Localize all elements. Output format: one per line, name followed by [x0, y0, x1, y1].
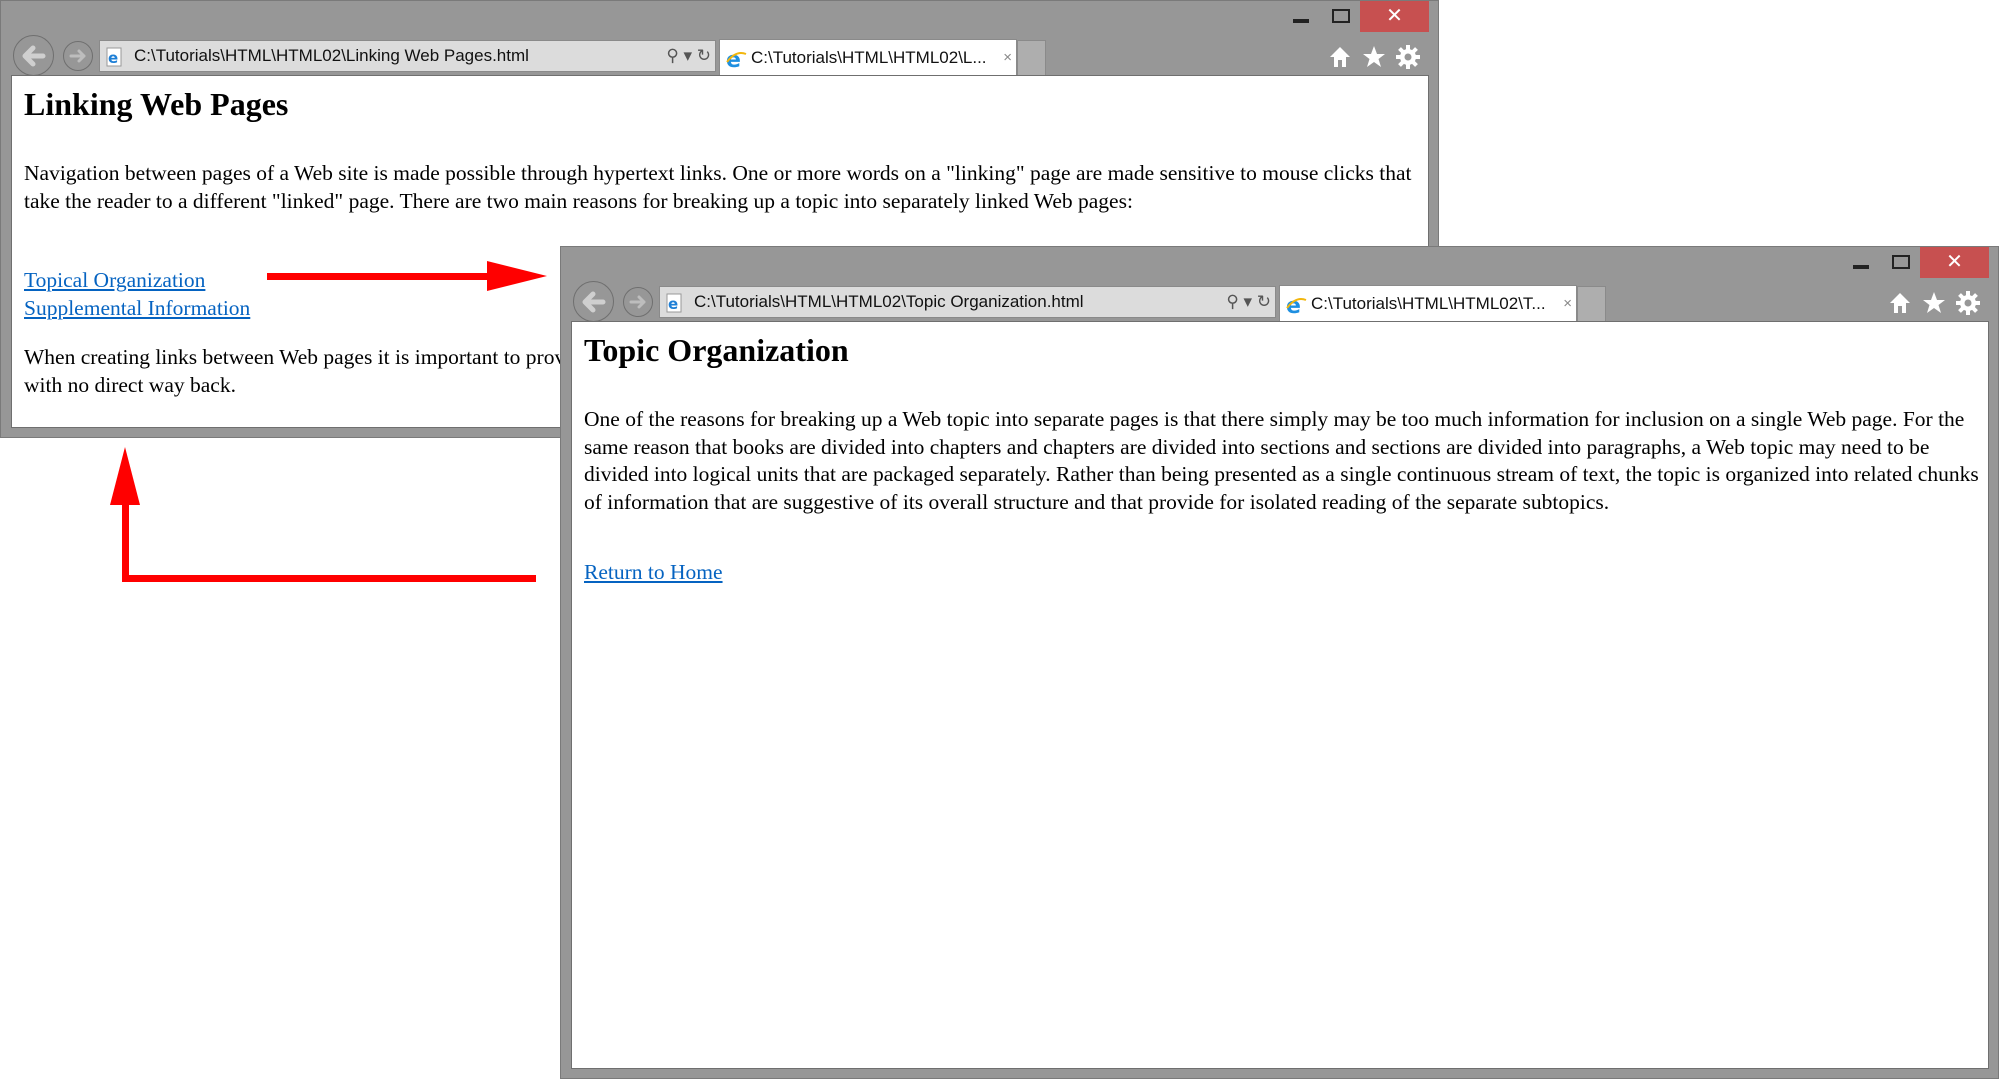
page-heading: Linking Web Pages [24, 86, 289, 122]
command-icons [1886, 289, 1982, 319]
back-button[interactable] [573, 281, 614, 322]
link-return-to-home[interactable]: Return to Home [584, 560, 723, 584]
tab-title: C:\Tutorials\HTML\HTML02\T... [1311, 294, 1546, 313]
forward-button[interactable] [63, 41, 93, 71]
link-topical-organization[interactable]: Topical Organization [24, 268, 205, 292]
address-bar[interactable]: e C:\Tutorials\HTML\HTML02\Topic Organiz… [659, 286, 1276, 318]
settings-gear-icon[interactable] [1394, 43, 1422, 71]
minimize-button[interactable] [1293, 19, 1309, 23]
ie-logo-icon: e [1286, 294, 1307, 316]
arrow-to-topic-organization [267, 261, 547, 291]
ie-page-icon: e [106, 47, 122, 67]
body-paragraph: One of the reasons for breaking up a Web… [584, 407, 1979, 514]
tab-title: C:\Tutorials\HTML\HTML02\L... [751, 48, 987, 67]
home-icon[interactable] [1886, 289, 1914, 317]
favorites-star-icon[interactable] [1360, 43, 1388, 71]
return-link-wrap: Return to Home [584, 558, 723, 586]
close-button[interactable]: ✕ [1920, 247, 1989, 278]
intro-paragraph: Navigation between pages of a Web site i… [24, 161, 1412, 213]
home-icon[interactable] [1326, 43, 1354, 71]
link-supplemental-information[interactable]: Supplemental Information [24, 296, 250, 320]
ie-logo-icon: e [726, 48, 747, 70]
new-tab-button[interactable] [1017, 40, 1046, 76]
page-heading: Topic Organization [584, 332, 849, 368]
forward-arrow-icon [69, 49, 86, 63]
ie-page-icon: e [666, 293, 682, 313]
svg-text:e: e [668, 295, 678, 313]
title-bar[interactable] [561, 247, 1998, 279]
command-icons [1326, 43, 1422, 73]
new-tab-button[interactable] [1577, 286, 1606, 322]
minimize-button[interactable] [1853, 265, 1869, 269]
tab-close-icon[interactable]: × [1563, 286, 1572, 322]
url-text[interactable]: C:\Tutorials\HTML\HTML02\Linking Web Pag… [134, 41, 529, 71]
settings-gear-icon[interactable] [1954, 289, 1982, 317]
url-text[interactable]: C:\Tutorials\HTML\HTML02\Topic Organizat… [694, 287, 1084, 317]
search-refresh-controls[interactable]: ⚲ ▾ ↻ [666, 41, 711, 71]
address-bar[interactable]: e C:\Tutorials\HTML\HTML02\Linking Web P… [99, 40, 716, 72]
back-arrow-icon [582, 291, 606, 313]
title-bar[interactable] [1, 1, 1438, 33]
tab-linking-web-pages[interactable]: e C:\Tutorials\HTML\HTML02\L... × [719, 39, 1017, 76]
link-list: Topical Organization Supplemental Inform… [24, 266, 250, 322]
browser-window-topic-organization: ✕ e C:\Tutorials\HTML\HTML02\Topic Organ… [560, 246, 1999, 1079]
back-button[interactable] [13, 35, 54, 76]
tab-close-icon[interactable]: × [1003, 40, 1012, 76]
maximize-button[interactable] [1892, 255, 1910, 269]
search-refresh-controls[interactable]: ⚲ ▾ ↻ [1226, 287, 1271, 317]
maximize-button[interactable] [1332, 9, 1350, 23]
forward-button[interactable] [623, 287, 653, 317]
tab-topic-organization[interactable]: e C:\Tutorials\HTML\HTML02\T... × [1279, 285, 1577, 322]
svg-text:e: e [108, 49, 118, 67]
forward-arrow-icon [629, 295, 646, 309]
close-button[interactable]: ✕ [1360, 1, 1429, 32]
page-content: Topic Organization One of the reasons fo… [571, 321, 1989, 1069]
arrow-return-to-home [110, 447, 536, 582]
favorites-star-icon[interactable] [1920, 289, 1948, 317]
back-arrow-icon [22, 45, 46, 67]
